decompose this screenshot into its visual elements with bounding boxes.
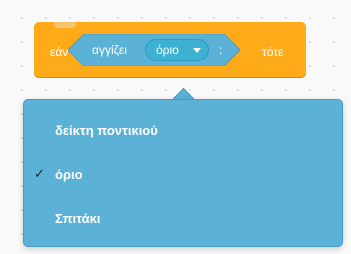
menu-item-label: δείκτη ποντικιού (55, 123, 158, 138)
if-label: εάν (50, 45, 69, 59)
caret-down-icon (193, 48, 201, 53)
touching-label: αγγίζει (92, 43, 127, 57)
checkmark-icon: ✓ (34, 166, 45, 181)
menu-item-sprite[interactable]: Σπιτάκι (24, 200, 342, 236)
block-notch (54, 22, 76, 28)
menu-item-label: όριο (55, 167, 83, 182)
touching-block[interactable]: αγγίζει όριο : (68, 34, 240, 66)
dropdown-selected-value: όριο (156, 43, 179, 57)
dropdown-menu: δείκτη ποντικιού ✓ όριο Σπιτάκι (23, 99, 343, 247)
separator-label: : (219, 43, 223, 57)
then-label: τότε (262, 45, 284, 59)
menu-item-edge[interactable]: ✓ όριο (24, 156, 342, 192)
touching-target-dropdown[interactable]: όριο (145, 39, 209, 61)
menu-item-label: Σπιτάκι (55, 211, 101, 226)
menu-item-mouse-pointer[interactable]: δείκτη ποντικιού (24, 112, 342, 148)
